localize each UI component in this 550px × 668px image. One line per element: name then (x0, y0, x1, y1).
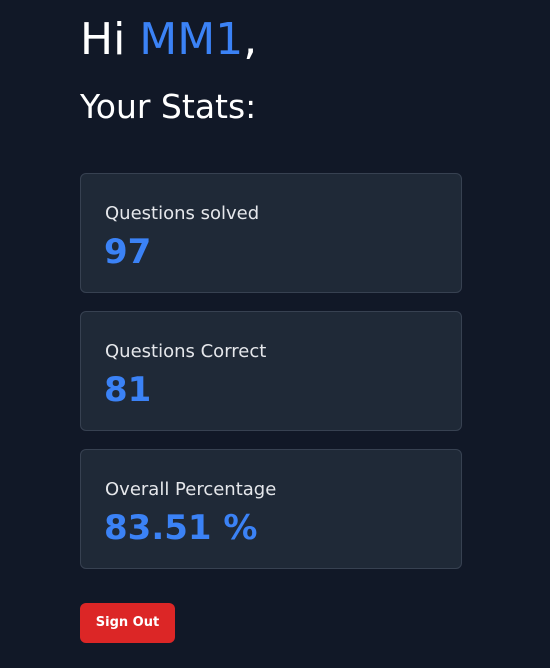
stat-value: 83.51 % (104, 508, 258, 548)
greeting-heading: Hi MM1, (80, 12, 257, 68)
stat-value: 97 (104, 232, 152, 272)
stat-label: Questions Correct (105, 341, 267, 362)
stat-card-overall-percentage: Overall Percentage 83.51 % (80, 449, 462, 569)
greeting-suffix: , (243, 14, 258, 65)
sign-out-button[interactable]: Sign Out (80, 603, 175, 643)
stat-label: Questions solved (105, 203, 260, 224)
stat-label: Overall Percentage (105, 479, 277, 500)
stat-card-questions-solved: Questions solved 97 (80, 173, 462, 293)
stat-value: 81 (104, 370, 152, 410)
stats-title: Your Stats: (80, 87, 257, 126)
username: MM1 (139, 14, 244, 65)
stats-page: Hi MM1, Your Stats: Questions solved 97 … (0, 0, 550, 668)
greeting-prefix: Hi (80, 14, 140, 65)
stat-card-questions-correct: Questions Correct 81 (80, 311, 462, 431)
